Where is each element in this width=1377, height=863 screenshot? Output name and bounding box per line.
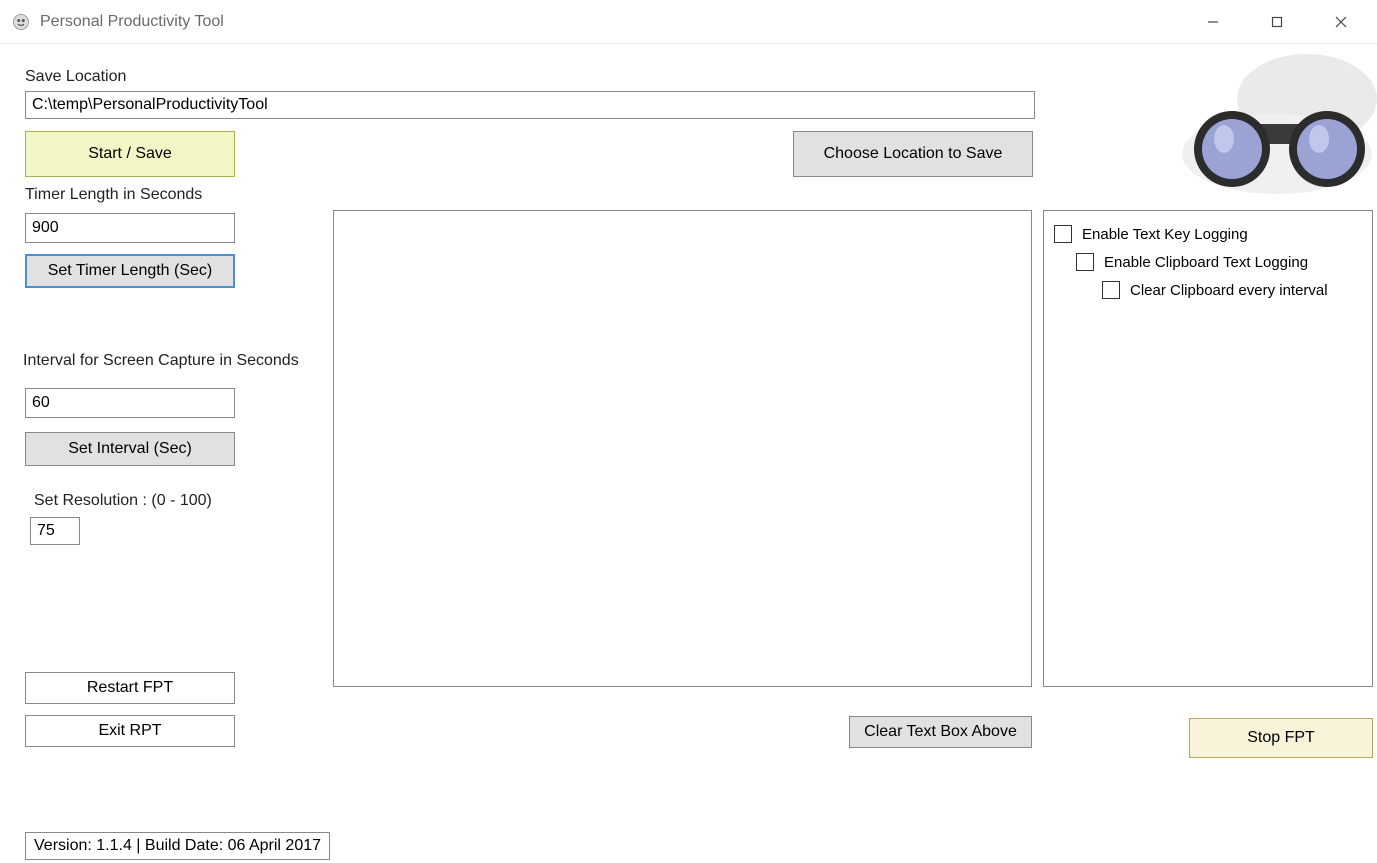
save-location-label: Save Location — [25, 68, 126, 86]
clear-clipboard-label: Clear Clipboard every interval — [1130, 282, 1328, 299]
choose-location-button[interactable]: Choose Location to Save — [793, 131, 1033, 177]
close-button[interactable] — [1323, 8, 1359, 36]
mascot-area — [1147, 44, 1377, 204]
start-save-button[interactable]: Start / Save — [25, 131, 235, 177]
log-textbox[interactable] — [333, 210, 1032, 687]
exit-button[interactable]: Exit RPT — [25, 715, 235, 747]
save-location-input[interactable] — [25, 91, 1035, 119]
minimize-icon — [1207, 16, 1219, 28]
checkbox-icon — [1102, 281, 1120, 299]
options-panel: Enable Text Key Logging Enable Clipboard… — [1043, 210, 1373, 687]
clear-clipboard-checkbox[interactable]: Clear Clipboard every interval — [1102, 281, 1362, 299]
clear-textbox-button[interactable]: Clear Text Box Above — [849, 716, 1032, 748]
enable-key-logging-checkbox[interactable]: Enable Text Key Logging — [1054, 225, 1362, 243]
close-icon — [1335, 16, 1347, 28]
checkbox-icon — [1076, 253, 1094, 271]
version-status: Version: 1.1.4 | Build Date: 06 April 20… — [25, 832, 330, 860]
window-controls — [1195, 8, 1365, 36]
titlebar: Personal Productivity Tool — [0, 0, 1377, 44]
enable-clipboard-logging-checkbox[interactable]: Enable Clipboard Text Logging — [1076, 253, 1362, 271]
set-timer-button[interactable]: Set Timer Length (Sec) — [25, 254, 235, 288]
enable-key-logging-label: Enable Text Key Logging — [1082, 226, 1248, 243]
window-title: Personal Productivity Tool — [40, 13, 224, 31]
app-icon — [12, 13, 30, 31]
enable-clipboard-logging-label: Enable Clipboard Text Logging — [1104, 254, 1308, 271]
binoculars-icon — [1177, 54, 1377, 194]
stop-button[interactable]: Stop FPT — [1189, 718, 1373, 758]
timer-length-label: Timer Length in Seconds — [25, 186, 202, 204]
restart-button[interactable]: Restart FPT — [25, 672, 235, 704]
interval-label: Interval for Screen Capture in Seconds — [23, 352, 299, 370]
interval-input[interactable] — [25, 388, 235, 418]
resolution-label: Set Resolution : (0 - 100) — [34, 492, 212, 510]
timer-length-input[interactable] — [25, 213, 235, 243]
checkbox-icon — [1054, 225, 1072, 243]
minimize-button[interactable] — [1195, 8, 1231, 36]
maximize-button[interactable] — [1259, 8, 1295, 36]
set-interval-button[interactable]: Set Interval (Sec) — [25, 432, 235, 466]
maximize-icon — [1271, 16, 1283, 28]
resolution-input[interactable] — [30, 517, 80, 545]
content-area: Save Location Start / Save Choose Locati… — [0, 44, 1377, 863]
